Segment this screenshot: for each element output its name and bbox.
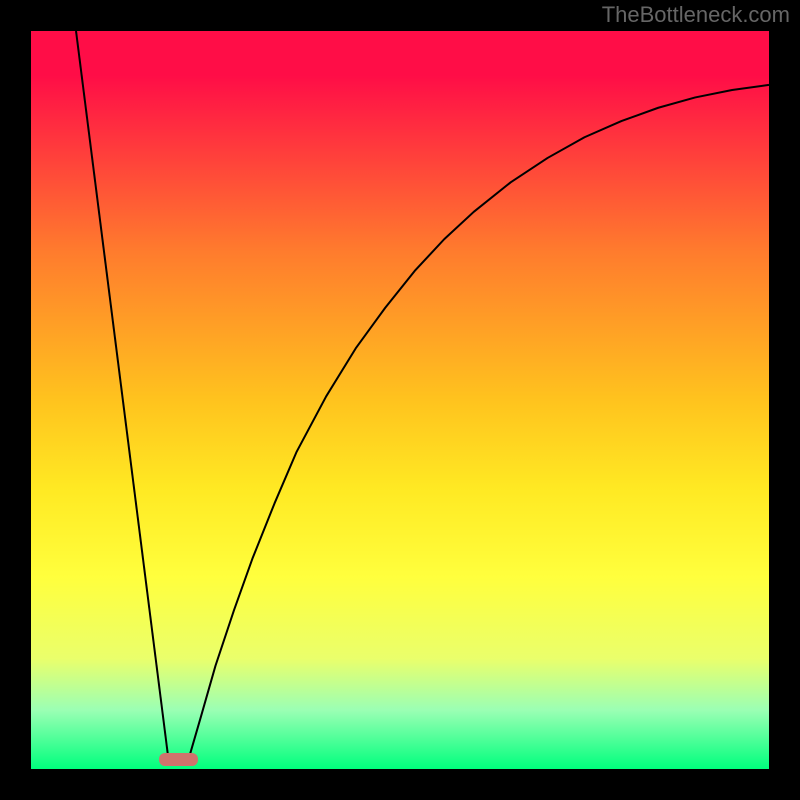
chart-outer-frame: TheBottleneck.com: [0, 0, 800, 800]
bottleneck-curve: [31, 31, 769, 769]
watermark-text: TheBottleneck.com: [602, 2, 790, 28]
minimum-marker: [159, 753, 197, 766]
plot-area: [31, 31, 769, 769]
